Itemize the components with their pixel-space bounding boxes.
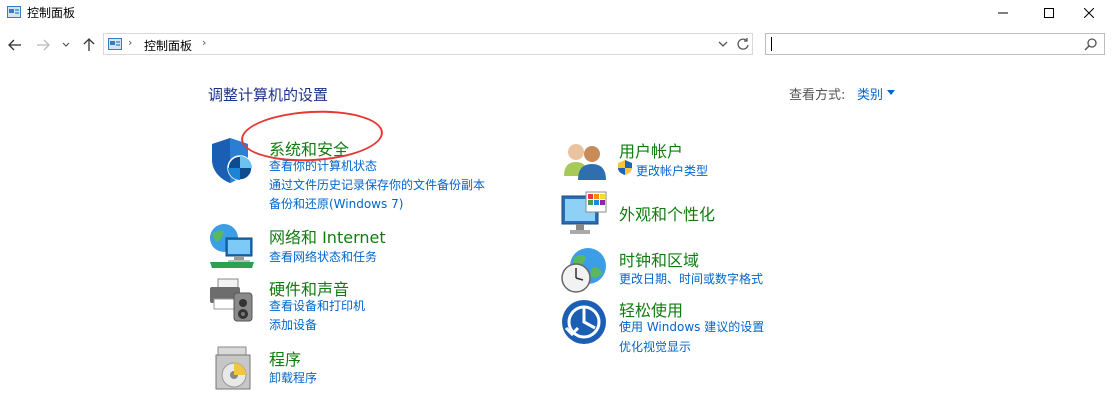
link-backup-restore[interactable]: 备份和还原(Windows 7) <box>269 195 403 212</box>
refresh-icon[interactable] <box>735 36 751 52</box>
link-change-date-time-format[interactable]: 更改日期、时间或数字格式 <box>619 270 763 287</box>
clock-globe-icon[interactable] <box>560 246 608 294</box>
page-title: 调整计算机的设置 <box>208 86 329 104</box>
category-user-accounts[interactable]: 用户帐户 <box>619 138 683 162</box>
control-panel-app-icon <box>7 6 21 18</box>
category-network-internet[interactable]: 网络和 Internet <box>269 224 386 248</box>
link-file-history-backup[interactable]: 通过文件历史记录保存你的文件备份副本 <box>269 176 485 193</box>
link-recommended-settings[interactable]: 使用 Windows 建议的设置 <box>619 318 764 335</box>
category-programs[interactable]: 程序 <box>269 346 301 370</box>
users-icon[interactable] <box>560 136 608 184</box>
category-clock-region[interactable]: 时钟和区域 <box>619 247 699 271</box>
search-input[interactable] <box>770 36 1070 52</box>
arrow-up-icon <box>83 38 95 51</box>
address-bar[interactable]: › 控制面板 › <box>103 33 753 55</box>
maximize-icon <box>1044 8 1054 18</box>
dropdown-arrow-icon[interactable] <box>887 90 895 95</box>
link-network-status[interactable]: 查看网络状态和任务 <box>269 248 377 265</box>
search-icon[interactable] <box>1084 37 1098 51</box>
up-button[interactable] <box>80 36 98 54</box>
breadcrumb-separator[interactable]: › <box>128 36 132 49</box>
printer-speaker-icon[interactable] <box>208 275 256 323</box>
view-by-dropdown[interactable]: 类别 <box>857 84 883 103</box>
search-box[interactable] <box>765 33 1105 55</box>
uac-shield-icon <box>618 160 632 175</box>
programs-disc-icon[interactable] <box>212 345 260 393</box>
control-panel-icon <box>108 38 122 50</box>
view-by-label: 查看方式: <box>789 88 846 103</box>
arrow-left-icon <box>8 39 21 51</box>
close-icon <box>1084 8 1094 18</box>
link-uninstall-program[interactable]: 卸载程序 <box>269 369 317 386</box>
minimize-icon <box>998 12 1008 14</box>
window-title: 控制面板 <box>27 6 76 20</box>
ease-of-access-icon[interactable] <box>560 298 608 346</box>
appearance-monitor-icon[interactable] <box>560 190 608 238</box>
link-change-account-type[interactable]: 更改帐户类型 <box>636 162 708 179</box>
back-button[interactable] <box>6 36 24 54</box>
chevron-down-icon[interactable] <box>716 37 730 51</box>
arrow-right-icon <box>37 39 50 51</box>
close-button[interactable] <box>1066 0 1112 26</box>
link-devices-printers[interactable]: 查看设备和打印机 <box>269 297 365 314</box>
network-globe-icon[interactable] <box>208 222 256 270</box>
breadcrumb-separator[interactable]: › <box>202 36 206 49</box>
category-appearance[interactable]: 外观和个性化 <box>619 201 715 225</box>
forward-button[interactable] <box>34 36 52 54</box>
title-bar: 控制面板 <box>0 0 1112 26</box>
link-optimize-visual-display[interactable]: 优化视觉显示 <box>619 338 691 355</box>
text-caret <box>771 37 772 51</box>
breadcrumb-control-panel[interactable]: 控制面板 <box>144 37 192 54</box>
link-add-device[interactable]: 添加设备 <box>269 316 317 333</box>
recent-locations-button[interactable] <box>60 36 72 54</box>
chevron-down-icon <box>62 42 70 47</box>
minimize-button[interactable] <box>980 0 1026 26</box>
